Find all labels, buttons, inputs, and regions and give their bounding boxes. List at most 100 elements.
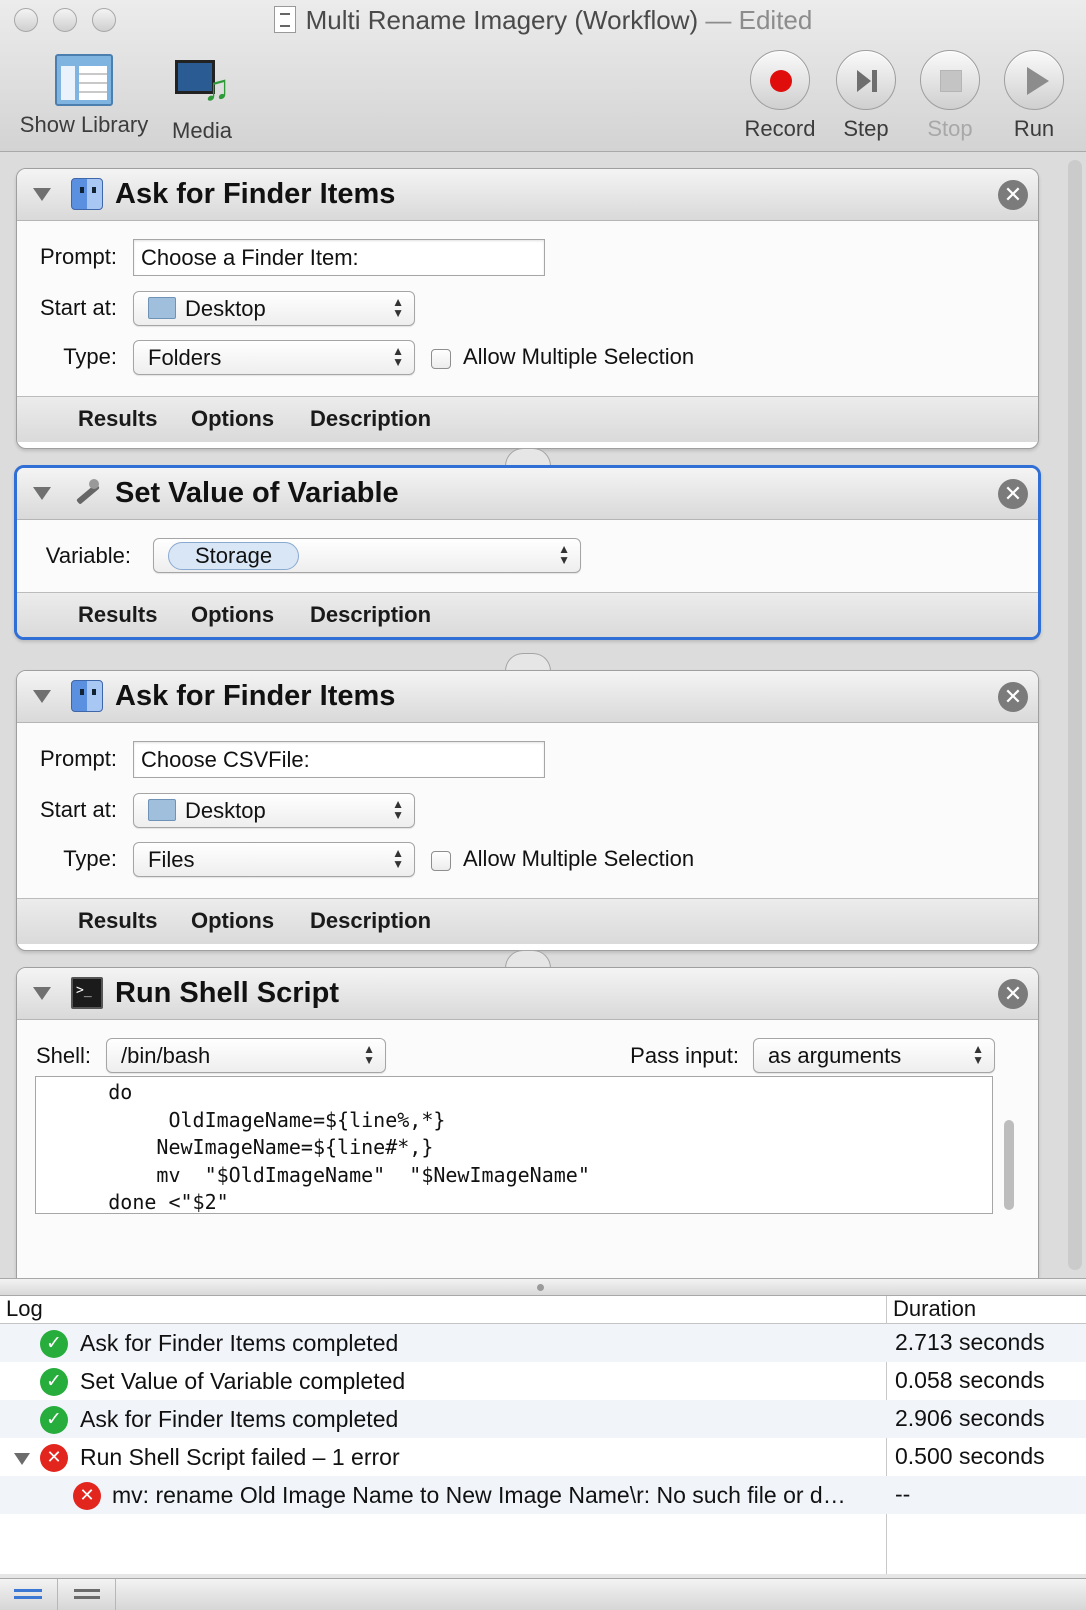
workflow-scrollbar[interactable] bbox=[1068, 160, 1082, 1270]
action-header[interactable]: Run Shell Script ✕ bbox=[17, 968, 1038, 1020]
finder-icon bbox=[71, 178, 103, 210]
start-at-popup[interactable]: Desktop ▲ ▼ bbox=[133, 291, 415, 326]
action-footer: Results Options Description bbox=[17, 396, 1038, 442]
log-row[interactable]: ✓ Ask for Finder Items completed 2.713 s… bbox=[0, 1324, 1086, 1362]
variable-token: Storage bbox=[168, 542, 300, 570]
popup-arrows-icon: ▲ ▼ bbox=[363, 1042, 375, 1067]
disclosure-triangle-icon[interactable] bbox=[33, 487, 51, 500]
results-tab[interactable]: Results bbox=[78, 908, 157, 934]
allow-multiple-checkbox[interactable] bbox=[431, 851, 451, 871]
log-row[interactable]: ✕ mv: rename Old Image Name to New Image… bbox=[0, 1476, 1086, 1514]
shell-popup[interactable]: /bin/bash ▲ ▼ bbox=[106, 1038, 386, 1073]
record-button[interactable]: Record bbox=[738, 50, 822, 142]
prompt-field[interactable]: Choose a Finder Item: bbox=[133, 239, 545, 276]
media-icon: ♫ bbox=[171, 50, 233, 112]
action-footer: Results Options Description bbox=[17, 898, 1038, 944]
action-footer: Results Options Description bbox=[17, 592, 1038, 637]
prompt-label: Prompt: bbox=[39, 244, 117, 269]
disclosure-triangle-icon[interactable] bbox=[33, 987, 51, 1000]
step-icon bbox=[857, 70, 871, 92]
options-tab[interactable]: Options bbox=[191, 908, 274, 934]
action-header[interactable]: Ask for Finder Items ✕ bbox=[17, 169, 1038, 221]
popup-arrows-icon: ▲ ▼ bbox=[558, 542, 570, 567]
popup-arrows-icon: ▲ ▼ bbox=[392, 846, 404, 871]
stop-button[interactable]: Stop bbox=[910, 50, 990, 142]
start-at-popup[interactable]: Desktop ▲ ▼ bbox=[133, 793, 415, 828]
close-icon[interactable]: ✕ bbox=[998, 180, 1028, 210]
variable-popup[interactable]: Storage ▲ ▼ bbox=[153, 538, 581, 573]
pass-input-popup[interactable]: as arguments ▲ ▼ bbox=[753, 1038, 995, 1073]
action-body: Prompt: Choose a Finder Item: Start at: … bbox=[17, 221, 1038, 396]
description-tab[interactable]: Description bbox=[310, 908, 431, 934]
variables-view-button[interactable] bbox=[58, 1579, 116, 1610]
disclosure-triangle-icon[interactable] bbox=[14, 1453, 30, 1465]
allow-multiple-label: Allow Multiple Selection bbox=[463, 846, 695, 871]
prompt-field[interactable]: Choose CSVFile: bbox=[133, 741, 545, 778]
shell-label: Shell: bbox=[35, 1043, 91, 1068]
action-title: Set Value of Variable bbox=[115, 477, 399, 509]
type-popup[interactable]: Folders ▲ ▼ bbox=[133, 340, 415, 375]
action-body: Variable: Storage ▲ ▼ bbox=[17, 520, 1038, 592]
prompt-label: Prompt: bbox=[39, 746, 117, 771]
description-tab[interactable]: Description bbox=[310, 602, 431, 628]
log-list-view-button[interactable] bbox=[0, 1579, 58, 1610]
log-panel: Log Duration ✓ Ask for Finder Items comp… bbox=[0, 1296, 1086, 1574]
type-label: Type: bbox=[63, 344, 117, 369]
list-icon bbox=[14, 1589, 42, 1603]
success-check-icon: ✓ bbox=[40, 1406, 68, 1434]
disclosure-triangle-icon[interactable] bbox=[33, 188, 51, 201]
options-tab[interactable]: Options bbox=[191, 602, 274, 628]
variables-icon bbox=[74, 1589, 100, 1603]
action-header[interactable]: Set Value of Variable ✕ bbox=[17, 468, 1038, 520]
type-popup[interactable]: Files ▲ ▼ bbox=[133, 842, 415, 877]
duration-column-header[interactable]: Duration bbox=[893, 1296, 976, 1322]
log-splitter[interactable] bbox=[0, 1278, 1086, 1296]
error-icon: ✕ bbox=[73, 1482, 101, 1510]
action-header[interactable]: Ask for Finder Items ✕ bbox=[17, 671, 1038, 723]
folder-icon bbox=[148, 297, 176, 319]
library-icon bbox=[55, 54, 113, 106]
terminal-icon bbox=[71, 977, 103, 1009]
window-toolbar: Multi Rename Imagery (Workflow) — Edited… bbox=[0, 0, 1086, 152]
allow-multiple-label: Allow Multiple Selection bbox=[463, 344, 695, 369]
type-label: Type: bbox=[63, 846, 117, 871]
popup-arrows-icon: ▲ ▼ bbox=[972, 1042, 984, 1067]
description-tab[interactable]: Description bbox=[310, 406, 431, 432]
error-icon: ✕ bbox=[40, 1444, 68, 1472]
variable-label: Variable: bbox=[45, 543, 131, 568]
results-tab[interactable]: Results bbox=[78, 406, 157, 432]
variable-icon bbox=[71, 477, 103, 509]
step-button[interactable]: Step bbox=[826, 50, 906, 142]
start-at-label: Start at: bbox=[39, 797, 117, 822]
show-library-button[interactable]: Show Library bbox=[16, 50, 152, 138]
bottom-bar bbox=[0, 1578, 1086, 1610]
action-ask-for-finder-items-1[interactable]: Ask for Finder Items ✕ Prompt: Choose a … bbox=[16, 168, 1039, 449]
disclosure-triangle-icon[interactable] bbox=[33, 690, 51, 703]
success-check-icon: ✓ bbox=[40, 1330, 68, 1358]
close-icon[interactable]: ✕ bbox=[998, 682, 1028, 712]
popup-arrows-icon: ▲ ▼ bbox=[392, 295, 404, 320]
media-button[interactable]: ♫ Media bbox=[164, 50, 240, 144]
action-ask-for-finder-items-2[interactable]: Ask for Finder Items ✕ Prompt: Choose CS… bbox=[16, 670, 1039, 951]
script-editor[interactable]: do OldImageName=${line%,*} NewImageName=… bbox=[35, 1076, 993, 1214]
run-button[interactable]: Run bbox=[994, 50, 1074, 142]
results-tab[interactable]: Results bbox=[78, 602, 157, 628]
action-body: Shell: /bin/bash ▲ ▼ Pass input: as argum… bbox=[17, 1020, 1038, 1278]
options-tab[interactable]: Options bbox=[191, 406, 274, 432]
action-body: Prompt: Choose CSVFile: Start at: Deskto… bbox=[17, 723, 1038, 898]
log-row[interactable]: ✓ Set Value of Variable completed 0.058 … bbox=[0, 1362, 1086, 1400]
log-row-empty bbox=[0, 1514, 1086, 1552]
action-connector bbox=[505, 653, 551, 671]
log-column-header[interactable]: Log bbox=[6, 1296, 43, 1322]
action-set-value-of-variable[interactable]: Set Value of Variable ✕ Variable: Storag… bbox=[14, 465, 1041, 640]
stop-icon bbox=[940, 70, 962, 92]
log-row[interactable]: ✕ Run Shell Script failed – 1 error 0.50… bbox=[0, 1438, 1086, 1476]
popup-arrows-icon: ▲ ▼ bbox=[392, 797, 404, 822]
close-icon[interactable]: ✕ bbox=[998, 979, 1028, 1009]
log-row[interactable]: ✓ Ask for Finder Items completed 2.906 s… bbox=[0, 1400, 1086, 1438]
action-run-shell-script[interactable]: Run Shell Script ✕ Shell: /bin/bash ▲▼ P… bbox=[16, 967, 1039, 1278]
allow-multiple-checkbox[interactable] bbox=[431, 349, 451, 369]
script-scrollbar[interactable] bbox=[1004, 1120, 1014, 1210]
close-icon[interactable]: ✕ bbox=[998, 479, 1028, 509]
workflow-document-icon bbox=[273, 6, 296, 33]
